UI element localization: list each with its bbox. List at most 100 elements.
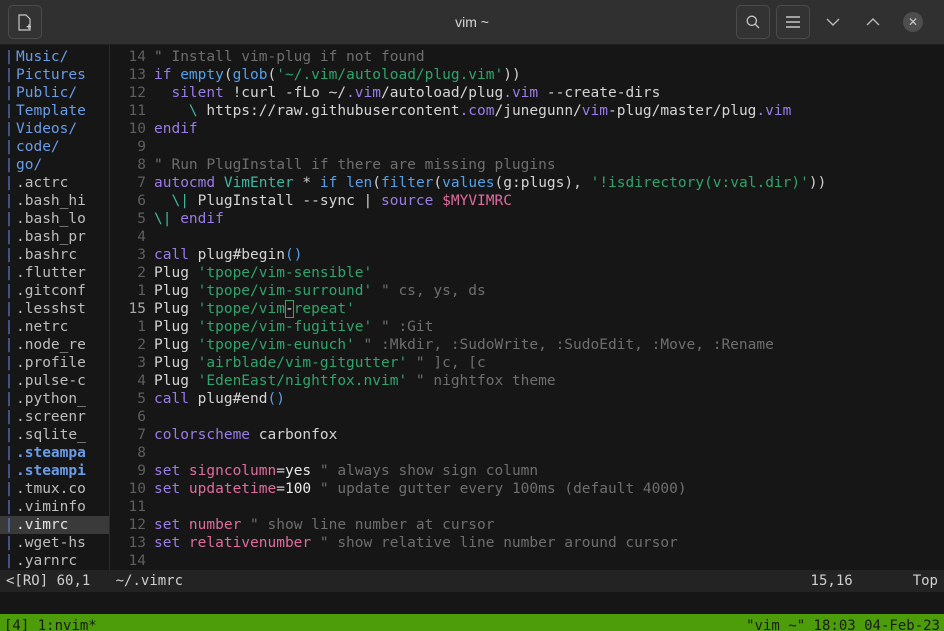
code-token: = [276, 481, 285, 497]
sidebar-item[interactable]: | go/ [0, 156, 109, 174]
code-token: | [363, 193, 382, 209]
line-number: 1 [137, 283, 146, 299]
close-button[interactable]: ✕ [896, 5, 930, 39]
sidebar-item[interactable]: | .bash_lo [0, 210, 109, 228]
sidebar-item[interactable]: | .yarnrc [0, 552, 109, 570]
sidebar-item[interactable]: | Videos/ [0, 120, 109, 138]
editor-line[interactable]: 10 set updatetime=100 " update gutter eve… [110, 480, 944, 498]
sidebar-item-label: .bash_hi [16, 193, 86, 209]
chevron-down-icon[interactable] [816, 5, 850, 39]
editor-line[interactable]: 5 \| endif [110, 210, 944, 228]
sidebar-item[interactable]: | .bashrc [0, 246, 109, 264]
code-token: !curl -fLo ~/ [232, 85, 347, 101]
sidebar-tree-bar: | [4, 211, 14, 227]
tmux-session[interactable]: [4] [4, 618, 29, 631]
editor-line[interactable]: 5 call plug#end() [110, 390, 944, 408]
editor-line[interactable]: 6 \| PlugInstall --sync | source $MYVIMR… [110, 192, 944, 210]
sidebar-item[interactable]: | .profile [0, 354, 109, 372]
code-token: () [284, 247, 303, 263]
sidebar-item[interactable]: | .bash_hi [0, 192, 109, 210]
code-token: number [188, 517, 242, 533]
editor-line[interactable]: 9 set signcolumn=yes " always show sign c… [110, 462, 944, 480]
menu-icon[interactable] [776, 5, 810, 39]
editor-line[interactable]: 14 [110, 552, 944, 570]
editor-line[interactable]: 1 Plug 'tpope/vim-surround' " cs, ys, ds [110, 282, 944, 300]
line-content: " Install vim-plug if not found [154, 48, 425, 66]
chevron-up-icon[interactable] [856, 5, 890, 39]
editor-line[interactable]: 4 Plug 'EdenEast/nightfox.nvim' " nightfo… [110, 372, 944, 390]
editor-line[interactable]: 3 Plug 'airblade/vim-gitgutter' " ]c, [c [110, 354, 944, 372]
sidebar-item[interactable]: | .flutter [0, 264, 109, 282]
editor-line[interactable]: 7 colorscheme carbonfox [110, 426, 944, 444]
sidebar-item[interactable]: | .wget-hs [0, 534, 109, 552]
sidebar-item[interactable]: | code/ [0, 138, 109, 156]
editor-line[interactable]: 12 silent !curl -fLo ~/.vim/autoload/plu… [110, 84, 944, 102]
sidebar-tree-bar: | [4, 337, 14, 353]
sidebar-item[interactable]: | .node_re [0, 336, 109, 354]
sidebar-item[interactable]: | .python_ [0, 390, 109, 408]
sidebar-item[interactable]: | .pulse-c [0, 372, 109, 390]
sidebar-item[interactable]: | .bash_pr [0, 228, 109, 246]
editor-line[interactable]: 3 call plug#begin() [110, 246, 944, 264]
editor-line[interactable]: 2 Plug 'tpope/vim-sensible' [110, 264, 944, 282]
editor-line[interactable]: 2 Plug 'tpope/vim-eunuch' " :Mkdir, :Sudo… [110, 336, 944, 354]
line-content: \| endif [154, 210, 224, 228]
sidebar-item[interactable]: | .lesshst [0, 300, 109, 318]
sidebar-tree-bar: | [4, 103, 14, 119]
editor-line[interactable]: 9 [110, 138, 944, 156]
sidebar-item[interactable]: | Template [0, 102, 109, 120]
editor-line[interactable]: 1 Plug 'tpope/vim-fugitive' " :Git [110, 318, 944, 336]
editor-line[interactable]: 13 if empty(glob('~/.vim/autoload/plug.vi… [110, 66, 944, 84]
sidebar-tree-bar: | [4, 391, 14, 407]
line-number: 3 [137, 247, 146, 263]
statusline-right: 15,16 Top [811, 572, 938, 590]
code-token: " nightfox theme [407, 373, 556, 389]
editor-line[interactable]: 11 \ https://raw.githubusercontent.com/j… [110, 102, 944, 120]
sidebar-item[interactable]: | .sqlite_ [0, 426, 109, 444]
code-token: signcolumn [188, 463, 277, 479]
code-token: " :Mkdir, :SudoWrite, :SudoEdit, :Move, … [354, 337, 774, 353]
titlebar: vim ~ ✕ [0, 0, 944, 45]
line-number: 11 [128, 499, 146, 515]
sidebar-item[interactable]: | .netrc [0, 318, 109, 336]
netrw-sidebar[interactable]: | Music/| Pictures | Public/| Template | Videos… [0, 45, 110, 570]
sidebar-tree-bar: | [4, 355, 14, 371]
line-number: 1 [137, 319, 146, 335]
sidebar-item-label: .python_ [16, 391, 86, 407]
tmux-window[interactable]: 1:nvim* [38, 618, 97, 631]
editor-line[interactable]: 11 [110, 498, 944, 516]
sidebar-item[interactable]: | Public/ [0, 84, 109, 102]
code-token: " show line number at cursor [241, 517, 495, 533]
sidebar-item[interactable]: | Pictures [0, 66, 109, 84]
sidebar-item[interactable]: | .tmux.co [0, 480, 109, 498]
code-token: endif [171, 211, 224, 227]
line-content: autocmd VimEnter * if len(filter(values(… [154, 174, 826, 192]
line-number: 13 [128, 535, 146, 551]
editor-buffer[interactable]: 14 " Install vim-plug if not found 13 if em… [110, 45, 944, 570]
code-token: '!isdirectory(v:val.dir)' [590, 175, 809, 191]
editor-line[interactable]: 10 endif [110, 120, 944, 138]
editor-line[interactable]: 8 [110, 444, 944, 462]
editor-line[interactable]: 12 set number " show line number at curso… [110, 516, 944, 534]
sidebar-item[interactable]: | .screenr [0, 408, 109, 426]
sidebar-item[interactable]: | .steampa [0, 444, 109, 462]
sidebar-item[interactable]: | .vimrc [0, 516, 109, 534]
editor-line[interactable]: 8 " Run PlugInstall if there are missing … [110, 156, 944, 174]
sidebar-item[interactable]: | .actrc [0, 174, 109, 192]
editor-line[interactable]: 13 set relativenumber " show relative lin… [110, 534, 944, 552]
search-icon[interactable] [736, 5, 770, 39]
sidebar-item[interactable]: | Music/ [0, 48, 109, 66]
code-token: PlugInstall --sync [188, 193, 364, 209]
line-content: call plug#end() [154, 390, 285, 408]
editor-line[interactable]: 4 [110, 228, 944, 246]
editor-line[interactable]: 15 Plug 'tpope/vim-repeat' [110, 300, 944, 318]
code-token: 100 [284, 481, 312, 497]
sidebar-item[interactable]: | .viminfo [0, 498, 109, 516]
sidebar-tree-bar: | [4, 193, 14, 209]
editor-line[interactable]: 6 [110, 408, 944, 426]
editor-line[interactable]: 14 " Install vim-plug if not found [110, 48, 944, 66]
new-tab-button[interactable] [8, 5, 42, 39]
sidebar-item[interactable]: | .gitconf [0, 282, 109, 300]
sidebar-item[interactable]: | .steampi [0, 462, 109, 480]
editor-line[interactable]: 7 autocmd VimEnter * if len(filter(values… [110, 174, 944, 192]
